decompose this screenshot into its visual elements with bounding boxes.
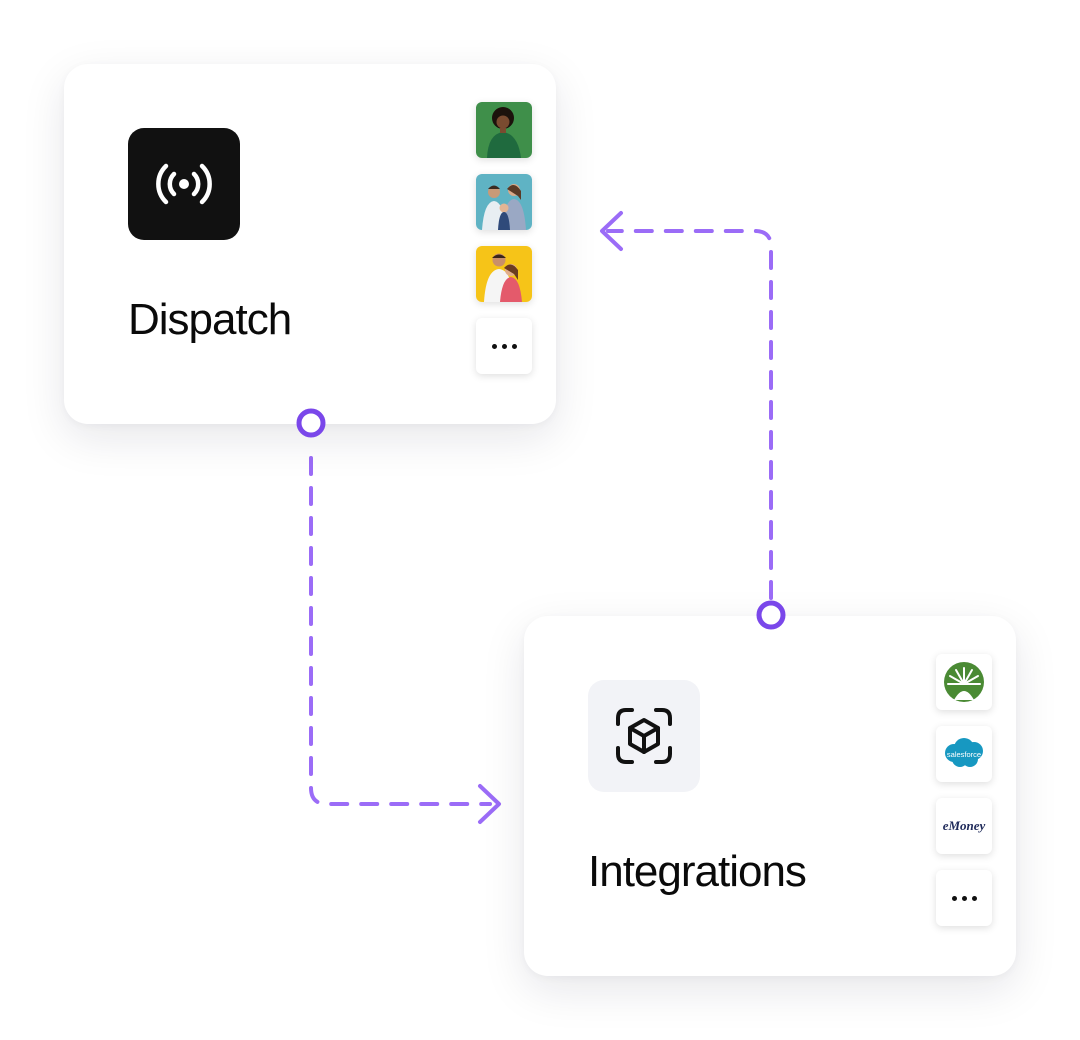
broadcast-icon (156, 163, 212, 205)
integrations-title: Integrations (588, 847, 807, 896)
salesforce-logo-text: salesforce (947, 750, 981, 759)
couple-photo[interactable] (476, 246, 532, 302)
integrations-tiles: salesforce eMoney (936, 654, 992, 926)
edge-integrations-to-dispatch (606, 229, 773, 600)
dispatch-card[interactable]: Dispatch (64, 64, 556, 424)
integrations-icon-box (588, 680, 700, 792)
fidelity-logo[interactable] (936, 654, 992, 710)
more-options-button[interactable] (936, 870, 992, 926)
dispatch-tiles (476, 102, 532, 374)
emoney-logo[interactable]: eMoney (936, 798, 992, 854)
cube-scan-icon (616, 708, 672, 764)
family-photo[interactable] (476, 174, 532, 230)
emoney-logo-text: eMoney (942, 818, 986, 833)
arrowhead-right (478, 784, 501, 824)
ellipsis-icon (951, 895, 977, 901)
edge-dispatch-to-integrations (309, 456, 492, 806)
arrowhead-left (600, 211, 623, 251)
more-options-button[interactable] (476, 318, 532, 374)
person-photo[interactable] (476, 102, 532, 158)
dispatch-icon-box (128, 128, 240, 240)
integrations-card[interactable]: Integrations salesforce eMoney (524, 616, 1016, 976)
ellipsis-icon (491, 343, 517, 349)
dispatch-title: Dispatch (128, 295, 292, 344)
salesforce-logo[interactable]: salesforce (936, 726, 992, 782)
